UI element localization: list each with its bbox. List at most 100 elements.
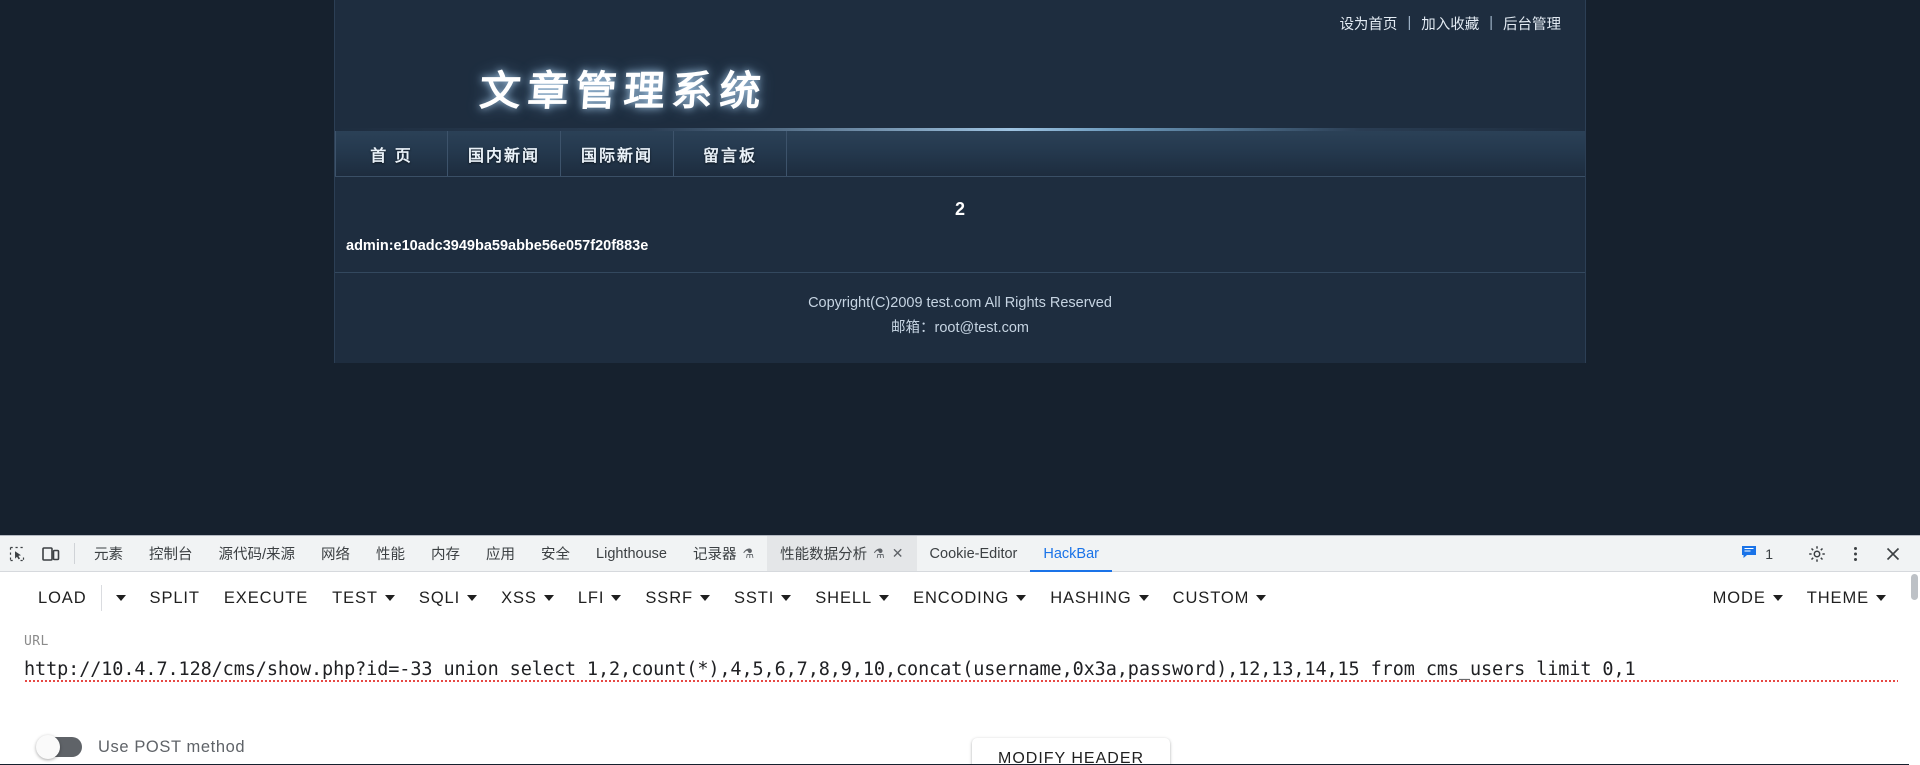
button-label: TEST xyxy=(332,588,378,607)
hackbar-ssti-menu[interactable]: SSTI xyxy=(722,583,803,614)
nav-item-domestic-news[interactable]: 国内新闻 xyxy=(448,131,561,176)
chevron-down-icon xyxy=(1138,595,1149,601)
chevron-down-icon xyxy=(781,595,792,601)
button-label: THEME xyxy=(1806,588,1869,607)
link-add-favorite[interactable]: 加入收藏 xyxy=(1421,13,1479,34)
chevron-down-icon xyxy=(467,595,478,601)
hackbar-xss-menu[interactable]: XSS xyxy=(489,583,566,614)
tab-hackbar[interactable]: HackBar xyxy=(1030,536,1112,572)
browser-page-viewport: 设为首页 | 加入收藏 | 后台管理 文章管理系统 首 页 国内新闻 国际新闻 … xyxy=(0,0,1920,535)
tab-label: 源代码/来源 xyxy=(218,547,296,563)
hackbar-load-button[interactable]: LOAD xyxy=(26,583,99,614)
chevron-down-icon xyxy=(1772,595,1783,601)
chevron-down-icon xyxy=(384,595,395,601)
button-label: SPLIT xyxy=(149,588,200,607)
hackbar-options-row: Use POST method MODIFY HEADER xyxy=(0,730,1920,764)
button-label: SQLI xyxy=(418,588,461,607)
scrollbar-thumb[interactable] xyxy=(1911,574,1918,600)
modify-header-button[interactable]: MODIFY HEADER xyxy=(972,738,1171,764)
tab-label: 性能 xyxy=(376,547,406,563)
chevron-down-icon xyxy=(700,595,710,601)
hackbar-execute-button[interactable]: EXECUTE xyxy=(212,583,320,614)
footer-copyright: Copyright(C)2009 test.com All Rights Res… xyxy=(808,295,1112,311)
tab-performance-insights[interactable]: 性能数据分析 ⚗ ✕ xyxy=(767,536,917,571)
tab-label: 性能数据分析 xyxy=(780,547,868,563)
inspect-element-icon[interactable] xyxy=(0,536,34,571)
hackbar-ssrf-menu[interactable]: SSRF xyxy=(633,583,722,614)
nav-item-international-news[interactable]: 国际新闻 xyxy=(561,131,674,176)
tab-network[interactable]: 网络 xyxy=(308,536,363,571)
hackbar-shell-menu[interactable]: SHELL xyxy=(803,583,901,614)
chevron-down-icon xyxy=(115,595,126,601)
chevron-down-icon xyxy=(611,595,622,601)
tab-sources[interactable]: 源代码/来源 xyxy=(206,536,309,571)
gear-icon[interactable] xyxy=(1800,545,1834,563)
chevron-down-icon xyxy=(1876,595,1886,601)
button-label: ENCODING xyxy=(913,588,1010,607)
link-admin-panel[interactable]: 后台管理 xyxy=(1503,13,1561,34)
hackbar-load-dropdown[interactable] xyxy=(104,589,138,607)
devtools-tabbar-actions: 1 xyxy=(1741,536,1920,571)
device-toolbar-icon[interactable] xyxy=(34,536,68,571)
chevron-down-icon xyxy=(879,595,890,601)
top-links-bar: 设为首页 | 加入收藏 | 后台管理 xyxy=(335,0,1585,46)
hackbar-toolbar: LOAD SPLIT EXECUTE TEST SQLI XSS LFI SSR… xyxy=(0,572,1920,624)
tab-label: 安全 xyxy=(541,547,571,563)
tabbar-divider xyxy=(74,543,75,564)
tab-label: Lighthouse xyxy=(596,545,667,562)
tab-memory[interactable]: 内存 xyxy=(418,536,473,571)
tab-security[interactable]: 安全 xyxy=(528,536,583,571)
nav-item-home[interactable]: 首 页 xyxy=(335,131,448,176)
button-label: SSRF xyxy=(645,588,693,607)
tab-recorder[interactable]: 记录器 ⚗ xyxy=(680,536,767,571)
site-footer: Copyright(C)2009 test.com All Rights Res… xyxy=(335,273,1585,363)
chevron-down-icon xyxy=(1016,595,1027,601)
hackbar-url-section: URL http://10.4.7.128/cms/show.php?id=-3… xyxy=(0,624,1920,682)
nav-filler xyxy=(787,131,1585,176)
button-label: LFI xyxy=(577,588,605,607)
chevron-down-icon xyxy=(1256,595,1267,601)
tab-label: HackBar xyxy=(1043,545,1099,562)
chevron-down-icon xyxy=(543,595,554,601)
devtools-panel: 元素 控制台 源代码/来源 网络 性能 内存 应用 安全 Lighthouse … xyxy=(0,535,1920,765)
message-count: 1 xyxy=(1765,545,1773,562)
hackbar-encoding-menu[interactable]: ENCODING xyxy=(901,583,1038,614)
injection-result-credentials: admin:e10adc3949ba59abbe56e057f20f883e xyxy=(346,238,649,254)
use-post-method-label: Use POST method xyxy=(98,737,246,756)
message-icon[interactable] xyxy=(1741,545,1757,563)
hackbar-custom-menu[interactable]: CUSTOM xyxy=(1161,583,1279,614)
hackbar-theme-menu[interactable]: THEME xyxy=(1795,583,1898,614)
devtools-scrollbar[interactable] xyxy=(1909,572,1920,765)
tab-label: 内存 xyxy=(431,547,461,563)
hackbar-test-menu[interactable]: TEST xyxy=(320,583,407,614)
tab-lighthouse[interactable]: Lighthouse xyxy=(583,536,680,571)
hackbar-sqli-menu[interactable]: SQLI xyxy=(407,583,489,614)
link-set-homepage[interactable]: 设为首页 xyxy=(1339,13,1397,34)
hackbar-mode-menu[interactable]: MODE xyxy=(1701,583,1795,614)
toplink-separator-2: | xyxy=(1489,15,1493,31)
button-label: SHELL xyxy=(815,588,873,607)
site-logo: 文章管理系统 xyxy=(478,68,770,114)
tabbar-spacer xyxy=(1112,536,1741,571)
tab-label: 元素 xyxy=(94,547,123,563)
hackbar-split-button[interactable]: SPLIT xyxy=(138,583,212,614)
close-icon[interactable] xyxy=(1876,546,1910,562)
hackbar-hashing-menu[interactable]: HASHING xyxy=(1038,583,1160,614)
tab-performance[interactable]: 性能 xyxy=(363,536,418,571)
button-label: XSS xyxy=(501,588,537,607)
tab-console[interactable]: 控制台 xyxy=(136,536,206,571)
close-icon[interactable]: ✕ xyxy=(892,545,904,562)
site-nav: 首 页 国内新闻 国际新闻 留言板 xyxy=(335,131,1585,177)
article-content-area: 2 admin:e10adc3949ba59abbe56e057f20f883e xyxy=(335,177,1585,273)
button-label: CUSTOM xyxy=(1172,588,1250,607)
load-separator xyxy=(100,585,102,611)
tab-elements[interactable]: 元素 xyxy=(81,536,136,571)
use-post-method-toggle[interactable] xyxy=(36,735,82,759)
hackbar-lfi-menu[interactable]: LFI xyxy=(566,583,634,614)
tab-cookie-editor[interactable]: Cookie-Editor xyxy=(917,536,1031,571)
injection-result-count: 2 xyxy=(954,199,965,219)
tab-application[interactable]: 应用 xyxy=(473,536,528,571)
more-vertical-icon[interactable] xyxy=(1838,545,1872,563)
url-input[interactable]: http://10.4.7.128/cms/show.php?id=-33 un… xyxy=(24,659,1898,682)
nav-item-guestbook[interactable]: 留言板 xyxy=(674,131,787,176)
